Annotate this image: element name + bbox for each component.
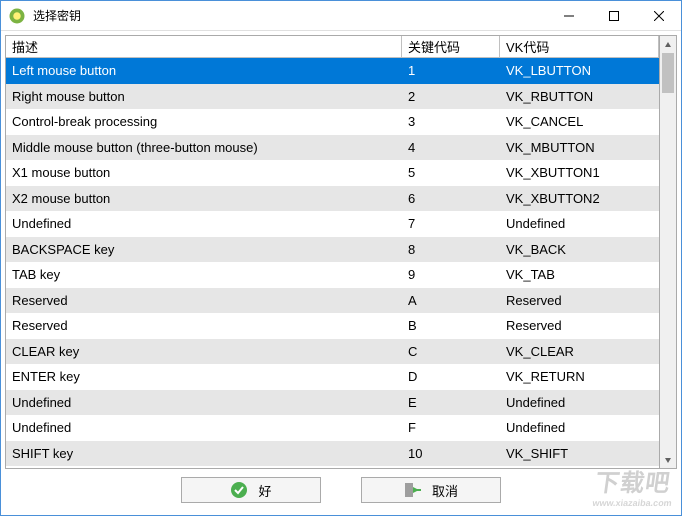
table-row[interactable]: ReservedBReserved [6,313,659,339]
cell-vk: VK_RBUTTON [500,87,659,106]
cell-code: F [402,418,500,437]
cell-vk: Undefined [500,418,659,437]
cell-code: 6 [402,189,500,208]
cell-vk: VK_CLEAR [500,342,659,361]
table-wrap: 描述 关键代码 VK代码 Left mouse button1VK_LBUTTO… [5,35,677,469]
cell-code: B [402,316,500,335]
maximize-button[interactable] [591,1,636,31]
scrollbar-vertical[interactable] [660,35,677,469]
cell-vk: VK_CANCEL [500,112,659,131]
titlebar: 选择密钥 [1,1,681,31]
table-row[interactable]: CLEAR keyCVK_CLEAR [6,339,659,365]
cell-code: 7 [402,214,500,233]
cell-code: 1 [402,61,500,80]
ok-button[interactable]: 好 [181,477,321,503]
scroll-thumb[interactable] [662,53,674,93]
cell-desc: X2 mouse button [6,189,402,208]
table-row[interactable]: ENTER keyDVK_RETURN [6,364,659,390]
cell-desc: CLEAR key [6,342,402,361]
cancel-label: 取消 [432,481,458,500]
column-header-vk[interactable]: VK代码 [500,36,659,57]
cell-code: 10 [402,444,500,463]
scroll-track[interactable] [660,53,676,451]
cell-desc: BACKSPACE key [6,240,402,259]
table-row[interactable]: CTRL key11VK_CONTROL [6,466,659,468]
cell-vk: Undefined [500,214,659,233]
cell-code: 8 [402,240,500,259]
cell-code: 9 [402,265,500,284]
table-row[interactable]: Left mouse button1VK_LBUTTON [6,58,659,84]
cell-desc: SHIFT key [6,444,402,463]
cell-desc: Undefined [6,214,402,233]
cell-code: 4 [402,138,500,157]
cell-code: 2 [402,87,500,106]
cell-desc: Reserved [6,291,402,310]
ok-label: 好 [258,481,271,500]
window-title: 选择密钥 [33,7,81,24]
table-row[interactable]: Undefined7Undefined [6,211,659,237]
cell-code: A [402,291,500,310]
column-header-code[interactable]: 关键代码 [402,36,500,57]
cell-code: C [402,342,500,361]
cell-desc: Reserved [6,316,402,335]
watermark-main: 下载吧 [593,470,672,497]
cell-desc: Middle mouse button (three-button mouse) [6,138,402,157]
close-button[interactable] [636,1,681,31]
table-row[interactable]: TAB key9VK_TAB [6,262,659,288]
exit-icon [404,481,422,499]
cell-desc: Undefined [6,418,402,437]
cell-vk: VK_SHIFT [500,444,659,463]
cell-vk: VK_XBUTTON2 [500,189,659,208]
cell-code: D [402,367,500,386]
table-row[interactable]: UndefinedFUndefined [6,415,659,441]
table-row[interactable]: UndefinedEUndefined [6,390,659,416]
cell-desc: TAB key [6,265,402,284]
scroll-up-button[interactable] [660,36,676,53]
table-row[interactable]: SHIFT key10VK_SHIFT [6,441,659,467]
check-icon [230,481,248,499]
table-body: Left mouse button1VK_LBUTTONRight mouse … [6,58,659,468]
table: 描述 关键代码 VK代码 Left mouse button1VK_LBUTTO… [5,35,660,469]
table-row[interactable]: ReservedAReserved [6,288,659,314]
cell-vk: VK_RETURN [500,367,659,386]
table-row[interactable]: X1 mouse button5VK_XBUTTON1 [6,160,659,186]
window: 选择密钥 描述 关键代码 VK代码 Left mouse button1VK_L… [0,0,682,516]
cell-vk: VK_XBUTTON1 [500,163,659,182]
cell-desc: X1 mouse button [6,163,402,182]
table-row[interactable]: Middle mouse button (three-button mouse)… [6,135,659,161]
watermark: 下载吧 www.xiazaiba.com [592,463,678,508]
watermark-sub: www.xiazaiba.com [592,498,673,508]
cell-vk: Reserved [500,316,659,335]
cell-code: E [402,393,500,412]
table-row[interactable]: Control-break processing3VK_CANCEL [6,109,659,135]
column-header-desc[interactable]: 描述 [6,36,402,57]
table-row[interactable]: X2 mouse button6VK_XBUTTON2 [6,186,659,212]
app-icon [7,6,27,26]
minimize-button[interactable] [546,1,591,31]
content: 描述 关键代码 VK代码 Left mouse button1VK_LBUTTO… [1,31,681,515]
cell-desc: Right mouse button [6,87,402,106]
cell-desc: ENTER key [6,367,402,386]
cell-desc: Undefined [6,393,402,412]
cell-vk: VK_MBUTTON [500,138,659,157]
table-header: 描述 关键代码 VK代码 [6,36,659,58]
cancel-button[interactable]: 取消 [361,477,501,503]
cell-vk: Undefined [500,393,659,412]
table-row[interactable]: Right mouse button2VK_RBUTTON [6,84,659,110]
cell-code: 5 [402,163,500,182]
cell-desc: Control-break processing [6,112,402,131]
cell-vk: VK_LBUTTON [500,61,659,80]
cell-vk: Reserved [500,291,659,310]
footer: 好 取消 [5,469,677,511]
cell-vk: VK_TAB [500,265,659,284]
cell-vk: VK_BACK [500,240,659,259]
cell-code: 3 [402,112,500,131]
table-row[interactable]: BACKSPACE key8VK_BACK [6,237,659,263]
cell-desc: Left mouse button [6,61,402,80]
